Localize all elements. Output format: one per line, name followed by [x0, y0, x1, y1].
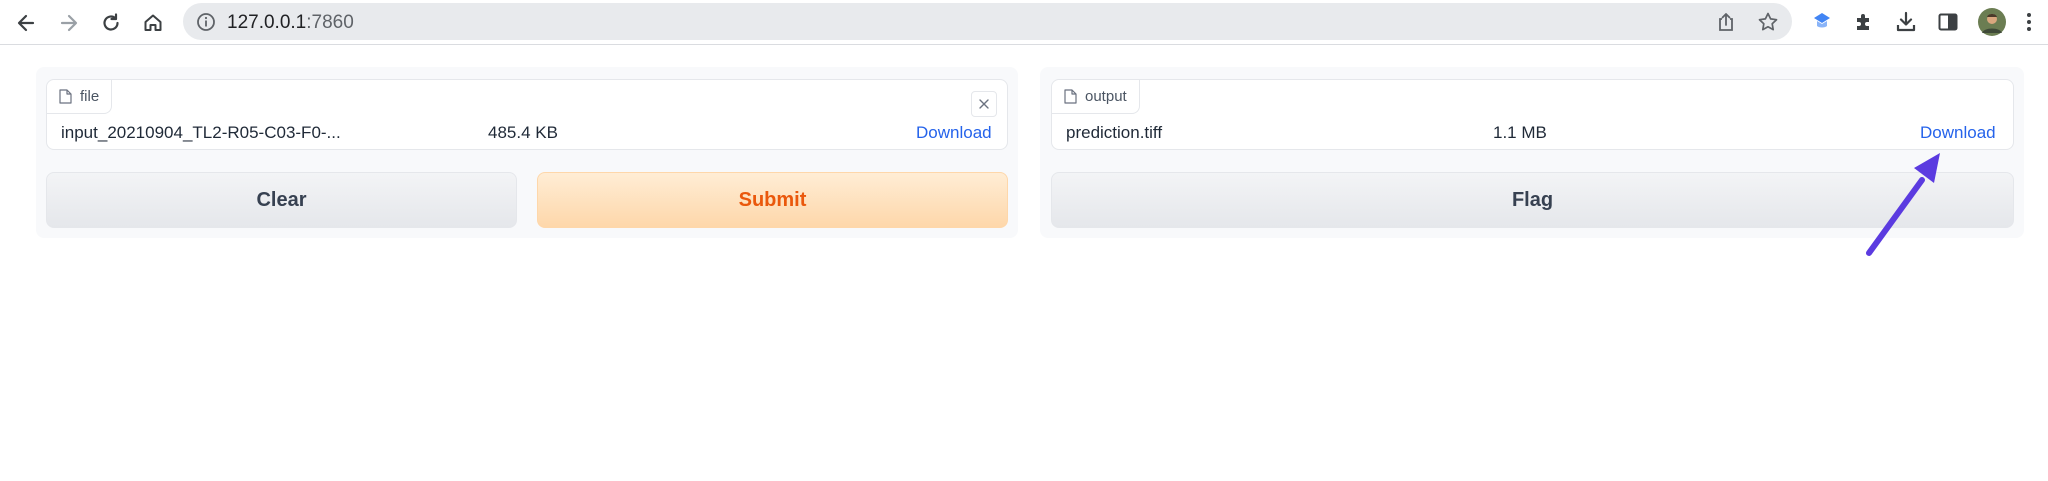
url-host: 127.0.0.1 — [227, 12, 307, 33]
input-file-label: file — [80, 88, 100, 105]
input-file-name: input_20210904_TL2-R05-C03-F0-... — [61, 123, 341, 142]
file-icon — [1064, 89, 1077, 104]
close-icon — [979, 99, 989, 109]
input-download-link[interactable]: Download — [916, 123, 992, 143]
menu-kebab-icon[interactable] — [2019, 9, 2039, 35]
url-text: 127.0.0.1:7860 — [227, 12, 354, 34]
input-file-size: 485.4 KB — [488, 123, 558, 142]
output-file-label: output — [1085, 88, 1127, 105]
output-file-box: output prediction.tiff 1.1 MB Download — [1051, 79, 2014, 150]
forward-icon[interactable] — [54, 8, 84, 38]
bookmark-star-icon[interactable] — [1757, 11, 1779, 33]
clear-file-close-button[interactable] — [971, 91, 997, 117]
address-bar[interactable]: 127.0.0.1:7860 — [183, 3, 1792, 40]
output-download-link[interactable]: Download — [1920, 123, 1996, 143]
url-port: :7860 — [306, 12, 354, 33]
output-file-name: prediction.tiff — [1066, 123, 1163, 142]
flag-button[interactable]: Flag — [1051, 172, 2014, 228]
output-file-size: 1.1 MB — [1493, 123, 1547, 142]
browser-toolbar: 127.0.0.1:7860 — [0, 0, 2048, 45]
input-file-box: file input_20210904_TL2-R05-C03-F0-... 4… — [46, 79, 1008, 150]
submit-button[interactable]: Submit — [537, 172, 1008, 228]
profile-avatar[interactable] — [1977, 7, 2007, 37]
download-icon[interactable] — [1893, 9, 1919, 35]
file-icon — [59, 89, 72, 104]
info-icon[interactable] — [196, 12, 216, 32]
clear-button[interactable]: Clear — [46, 172, 517, 228]
share-icon[interactable] — [1715, 11, 1737, 33]
back-icon[interactable] — [11, 8, 41, 38]
reload-icon[interactable] — [96, 8, 126, 38]
home-icon[interactable] — [138, 8, 168, 38]
puzzle-icon[interactable] — [1851, 9, 1877, 35]
extension-icon[interactable] — [1809, 9, 1835, 35]
sidepanel-icon[interactable] — [1935, 9, 1961, 35]
input-file-tag: file — [47, 80, 113, 114]
output-file-tag: output — [1052, 80, 1140, 114]
